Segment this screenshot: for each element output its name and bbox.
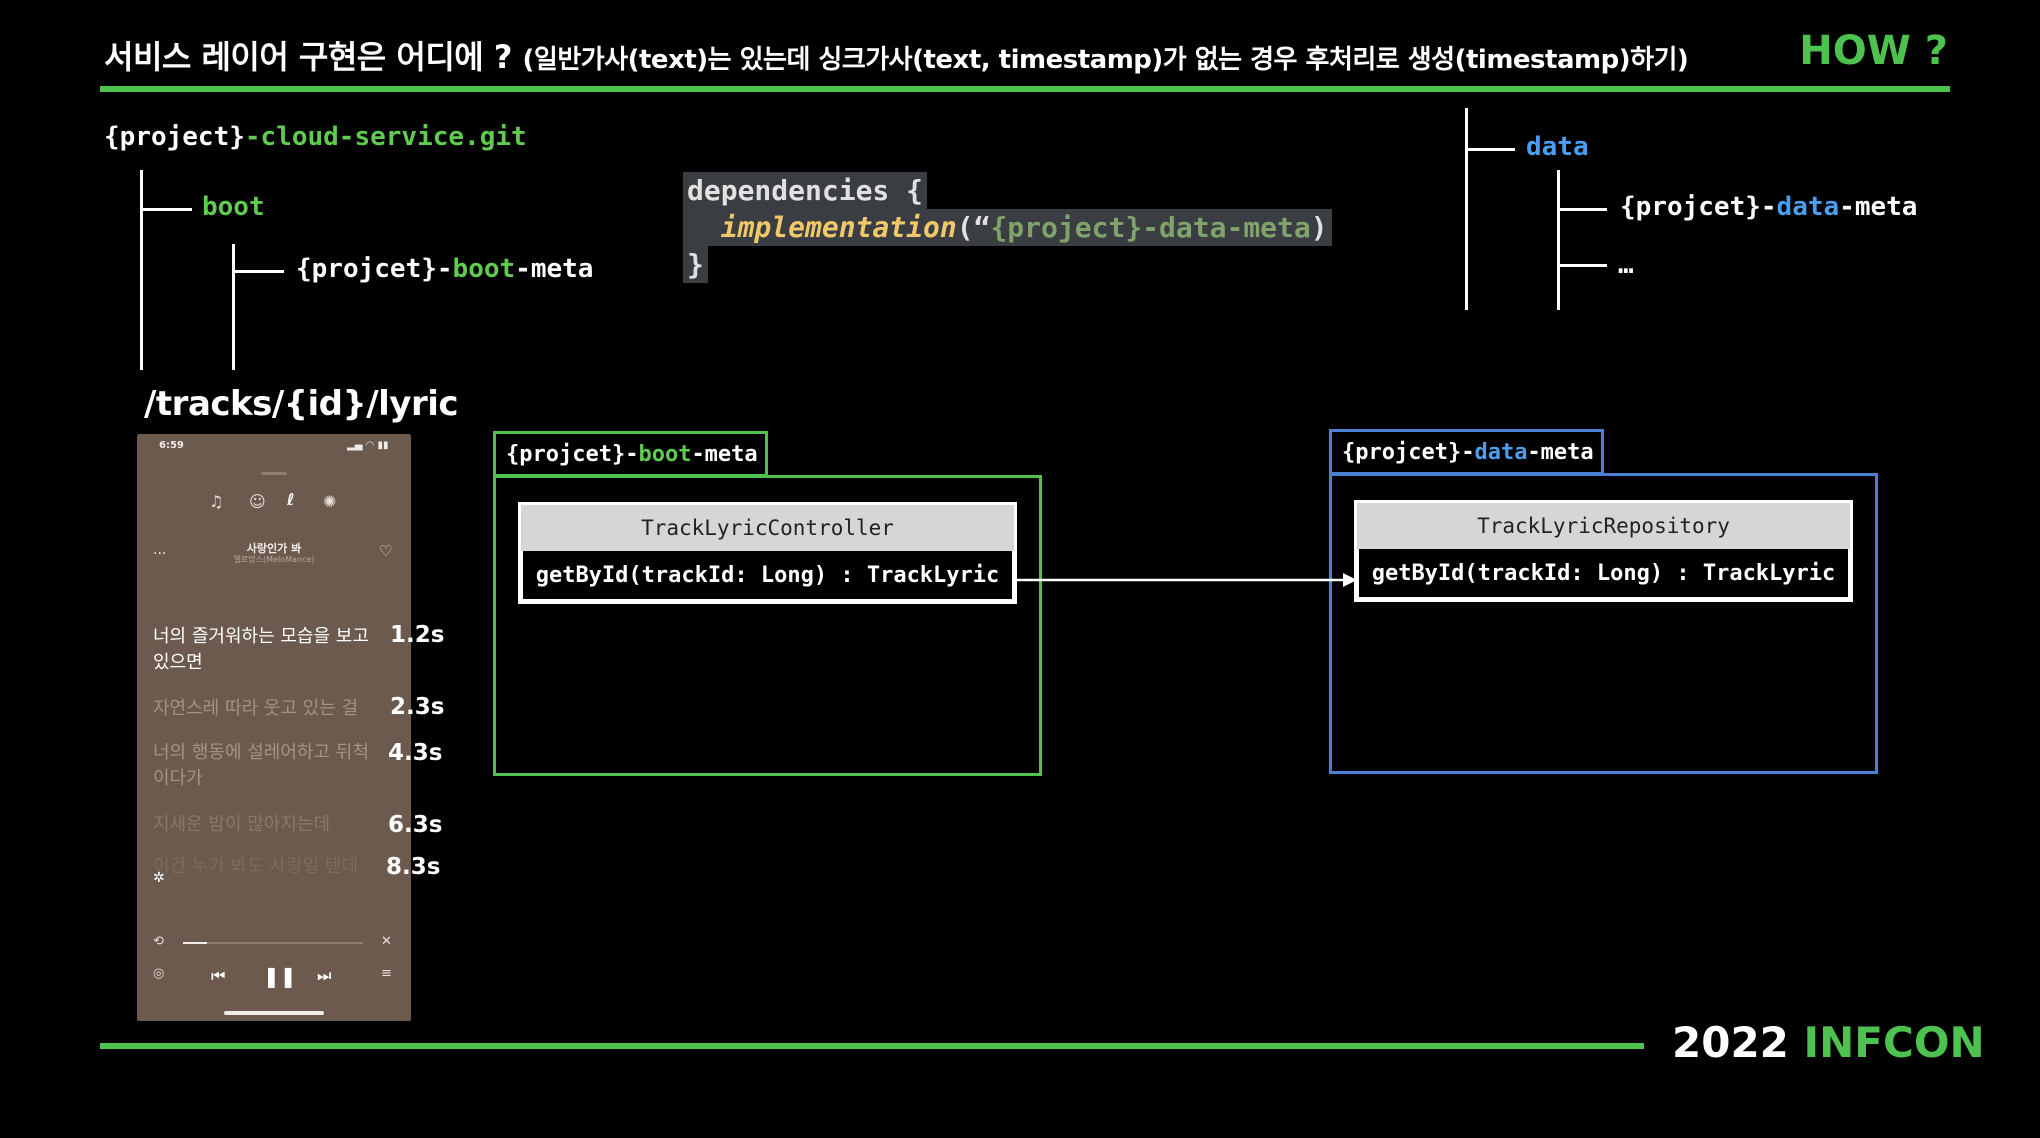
data-tab-suffix: -meta — [1527, 439, 1594, 465]
data-module-tab: {projcet}- data -meta — [1329, 429, 1604, 475]
tree-data-folder: data — [1526, 132, 1589, 162]
repository-class: TrackLyricRepository getById(trackId: Lo… — [1354, 500, 1853, 602]
boot-tab-suffix: -meta — [691, 441, 758, 467]
timestamp-3: 4.3s — [388, 740, 443, 766]
boot-module-tab: {projcet}- boot -meta — [493, 431, 768, 477]
next-icon[interactable]: ⏭ — [317, 966, 331, 986]
code-line-2: implementation(“{project}-data-meta) — [683, 209, 1332, 246]
boot-tab-prefix: {projcet}- — [506, 441, 639, 467]
phone-time: 6:59 — [159, 440, 184, 451]
repeat-icon[interactable]: ⟲ — [153, 934, 164, 949]
tree-branch-data-meta — [1557, 208, 1607, 211]
lyric-line-3: 너의 행동에 설레어하고 뒤척이다가 — [153, 742, 369, 789]
data-meta-suffix: -meta — [1839, 192, 1918, 222]
shuffle-icon[interactable]: ✕ — [381, 934, 392, 949]
emoji-icon[interactable]: ☺ — [249, 492, 266, 511]
boot-meta-mid: boot — [452, 254, 516, 284]
gradle-code-block: dependencies { implementation(“{project}… — [683, 172, 1332, 283]
previous-icon[interactable]: ⏮ — [211, 966, 225, 986]
repo-name-suffix: -cloud-service.git — [244, 122, 527, 152]
lyric-line-4: 지새운 밤이 많아지는데 — [153, 814, 331, 835]
brand-year: 2022 — [1672, 1018, 1789, 1067]
tree-branch-boot — [140, 208, 192, 211]
lyric-line-2: 자연스레 따라 웃고 있는 걸 — [153, 698, 359, 719]
boot-meta-suffix: -meta — [515, 254, 594, 284]
code-line-3: } — [683, 246, 708, 283]
tree-data-meta-module: {projcet}-data-meta — [1620, 192, 1917, 222]
timestamp-1: 1.2s — [390, 622, 445, 648]
tree-line-data — [1557, 170, 1560, 310]
data-tab-mid: data — [1474, 439, 1528, 465]
slide-title-main: 서비스 레이어 구현은 어디에 ? — [104, 38, 512, 76]
status-icons: ▂▄ ◠ ▮▮ — [347, 440, 389, 451]
data-meta-prefix: {projcet}- — [1620, 192, 1777, 222]
controller-class-name: TrackLyricController — [521, 505, 1014, 551]
home-indicator — [224, 1011, 324, 1015]
slide-title: 서비스 레이어 구현은 어디에 ? (일반가사(text)는 있는데 싱크가사(… — [104, 32, 1689, 78]
lyrics-sync-icon[interactable]: ◎ — [153, 966, 164, 981]
dependency-arrow — [1015, 573, 1357, 587]
settings-icon[interactable]: ✲ — [153, 870, 165, 886]
phone-screenshot: 6:59 ▂▄ ◠ ▮▮ ♫ ☺ ℓ ✺ ··· 사랑인가 봐 멜로망스(Mel… — [137, 434, 411, 1021]
tree-line-root — [140, 170, 143, 370]
tree-more-ellipsis: … — [1618, 250, 1634, 280]
how-label: HOW ? — [1799, 28, 1948, 74]
tree-boot-meta-module: {projcet}-boot-meta — [296, 254, 593, 284]
tree-branch-boot-meta — [232, 270, 284, 273]
boot-meta-prefix: {projcet}- — [296, 254, 453, 284]
slide-title-sub: (일반가사(text)는 있는데 싱크가사(text, timestamp)가 … — [522, 45, 1689, 75]
data-tab-prefix: {projcet}- — [1342, 439, 1475, 465]
code-arg: {project}-data-meta — [990, 211, 1311, 244]
code-fn: implementation — [720, 211, 957, 244]
timestamp-5: 8.3s — [386, 854, 441, 880]
repository-method: getById(trackId: Long) : TrackLyric — [1359, 549, 1848, 597]
effects-icon[interactable]: ✺ — [323, 492, 336, 511]
top-divider — [100, 86, 1950, 92]
progress-fill — [183, 942, 207, 944]
playlist-icon[interactable]: ≡ — [381, 966, 392, 981]
conference-brand: 2022 INFCON — [1672, 1018, 1985, 1067]
grab-handle[interactable] — [261, 472, 287, 475]
song-artist: 멜로망스(MeloMance) — [233, 555, 315, 564]
code-line-1: dependencies { — [683, 172, 928, 209]
code-close: ) — [1310, 211, 1328, 244]
timestamp-2: 2.3s — [390, 694, 445, 720]
heart-icon[interactable]: ♡ — [379, 542, 392, 560]
tree-line-boot — [232, 244, 235, 370]
music-note-icon[interactable]: ♫ — [209, 492, 223, 511]
pause-icon[interactable]: ❚❚ — [263, 964, 297, 988]
tree-boot-folder: boot — [202, 192, 265, 222]
tree-branch-data — [1465, 148, 1515, 151]
bottom-divider — [100, 1043, 1644, 1049]
controller-class: TrackLyricController getById(trackId: Lo… — [518, 502, 1017, 604]
tree-line-right-root — [1465, 108, 1468, 310]
repo-name: {project}-cloud-service.git — [104, 122, 527, 152]
controller-method: getById(trackId: Long) : TrackLyric — [523, 551, 1012, 599]
lyrics-icon[interactable]: ℓ — [287, 490, 295, 509]
lyric-line-5: 이건 누가 봐도 사랑일 텐데 — [153, 856, 359, 877]
repo-name-prefix: {project} — [104, 122, 245, 152]
repository-class-name: TrackLyricRepository — [1357, 503, 1850, 549]
brand-name: INFCON — [1803, 1018, 1985, 1067]
data-meta-mid: data — [1776, 192, 1840, 222]
arrow-head — [1343, 573, 1357, 587]
code-open: (“ — [956, 211, 991, 244]
timestamp-4: 6.3s — [388, 812, 443, 838]
api-route: /tracks/{id}/lyric — [144, 384, 459, 424]
progress-track[interactable] — [183, 942, 363, 944]
tree-branch-more — [1557, 264, 1607, 267]
lyric-line-1: 너의 즐거워하는 모습을 보고 있으면 — [153, 626, 369, 673]
boot-tab-mid: boot — [638, 441, 692, 467]
